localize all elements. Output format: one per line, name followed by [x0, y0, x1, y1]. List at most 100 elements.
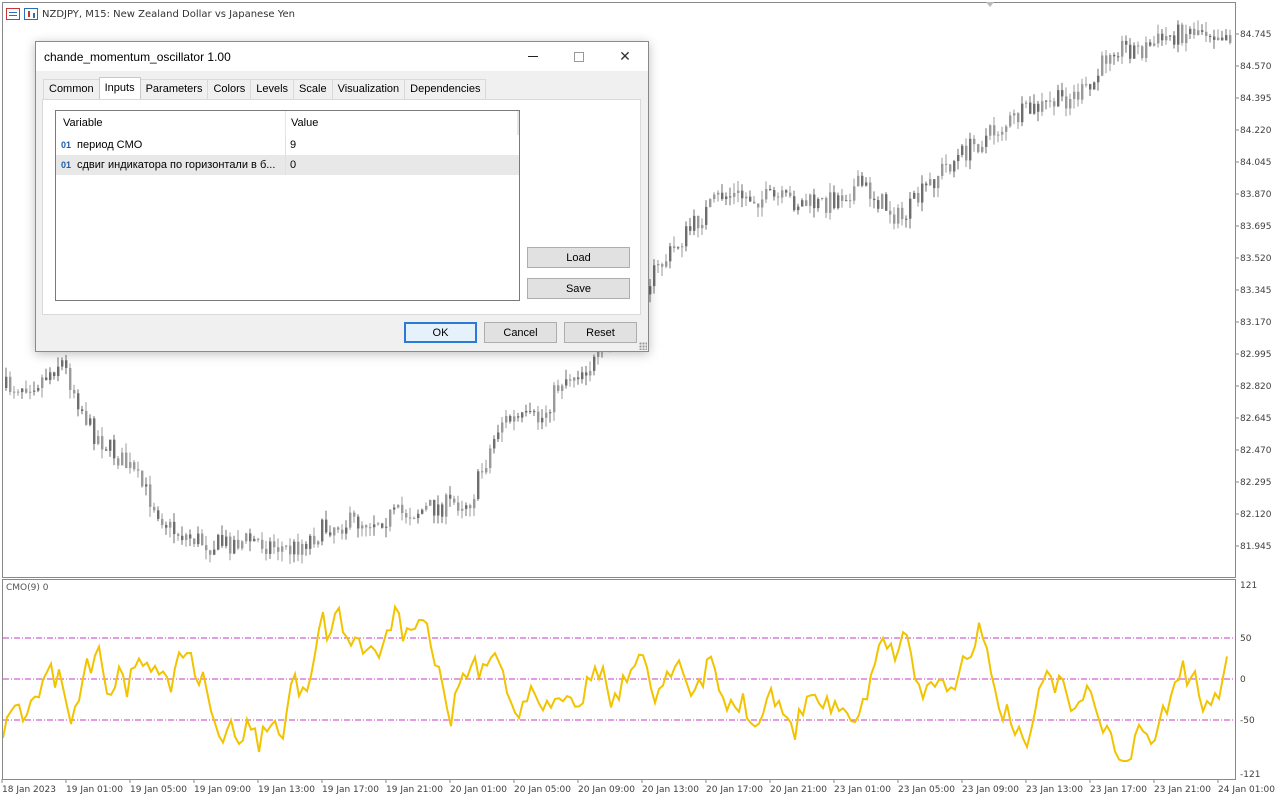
candle-body: [69, 367, 72, 390]
candle-body: [1001, 131, 1004, 135]
chart-list-icon[interactable]: [6, 8, 20, 20]
candle-body: [725, 196, 728, 200]
candle-body: [1141, 46, 1144, 59]
candle-body: [233, 539, 236, 554]
candle-body: [1009, 115, 1012, 127]
tab-dependencies[interactable]: Dependencies: [404, 79, 487, 99]
candle-body: [285, 545, 288, 547]
tab-colors[interactable]: Colors: [207, 79, 252, 99]
candle-body: [413, 518, 416, 520]
candle-body: [417, 513, 420, 519]
candle-body: [917, 192, 920, 203]
tab-inputs[interactable]: Inputs: [98, 77, 141, 99]
candle-body: [1077, 91, 1080, 100]
candle-body: [169, 521, 172, 528]
candle-body: [209, 550, 212, 555]
candle-body: [1121, 40, 1124, 57]
candle-body: [581, 372, 584, 380]
int-type-icon: 01: [61, 140, 72, 150]
candle-body: [937, 175, 940, 189]
indicator-label: CMO(9) 0: [6, 583, 49, 593]
table-row[interactable]: 01 сдвиг индикатора по горизонтали в б..…: [56, 155, 519, 175]
candle-body: [269, 541, 272, 554]
candle-body: [1037, 103, 1040, 112]
candle-body: [453, 498, 456, 503]
candle-body: [349, 512, 352, 528]
time-tick-label: 20 Jan 17:00: [706, 785, 763, 795]
candle-body: [1189, 28, 1192, 35]
candle-body: [1065, 96, 1068, 109]
tab-parameters[interactable]: Parameters: [139, 79, 209, 99]
candle-body: [541, 417, 544, 423]
tab-levels[interactable]: Levels: [250, 79, 295, 99]
tab-common[interactable]: Common: [43, 79, 100, 99]
candle-body: [781, 190, 784, 198]
candle-body: [881, 194, 884, 209]
candle-body: [989, 125, 992, 136]
candle-body: [921, 183, 924, 203]
candle-body: [393, 507, 396, 510]
cancel-button[interactable]: Cancel: [484, 322, 557, 343]
save-button[interactable]: Save: [527, 278, 630, 299]
candle-body: [737, 190, 740, 193]
candle-body: [897, 207, 900, 224]
candle-body: [785, 190, 788, 193]
table-row[interactable]: 01 период CMO 9: [56, 135, 519, 155]
minimize-icon: [528, 56, 538, 57]
column-variable[interactable]: Variable: [56, 111, 286, 135]
price-tick-label: 83.345: [1240, 286, 1272, 296]
candle-body: [849, 200, 852, 202]
candle-body: [813, 194, 816, 209]
header-scroll-edge: [517, 111, 519, 135]
tab-visualization[interactable]: Visualization: [331, 79, 406, 99]
ok-button[interactable]: OK: [404, 322, 477, 343]
candle-body: [117, 458, 120, 466]
chart-mode-icon[interactable]: [24, 8, 38, 20]
minimize-button[interactable]: [510, 42, 556, 71]
candle-body: [213, 549, 216, 555]
candle-body: [709, 199, 712, 207]
dialog-titlebar[interactable]: chande_momentum_oscillator 1.00 ✕: [36, 42, 648, 71]
candle-body: [977, 144, 980, 153]
load-button[interactable]: Load: [527, 247, 630, 268]
symbol-title: NZDJPY, M15: New Zealand Dollar vs Japan…: [42, 8, 296, 20]
candle-body: [741, 190, 744, 199]
candle-body: [61, 360, 64, 367]
candle-body: [861, 175, 864, 186]
row-value[interactable]: 9: [286, 139, 296, 151]
candle-body: [1021, 103, 1024, 123]
candle-body: [1129, 44, 1132, 59]
candle-body: [1209, 35, 1212, 37]
candle-body: [113, 439, 116, 459]
candle-body: [461, 508, 464, 511]
column-value[interactable]: Value: [286, 111, 318, 135]
candle-body: [105, 449, 108, 451]
candle-body: [1153, 43, 1156, 46]
candle-body: [253, 538, 256, 542]
candle-body: [905, 218, 908, 220]
row-value[interactable]: 0: [286, 159, 296, 171]
candle-body: [1225, 35, 1228, 41]
tab-scale[interactable]: Scale: [293, 79, 333, 99]
reset-button[interactable]: Reset: [564, 322, 637, 343]
candle-body: [761, 199, 764, 208]
candle-body: [1053, 101, 1056, 107]
candle-body: [13, 391, 16, 393]
candle-body: [401, 504, 404, 514]
candle-body: [1157, 33, 1160, 44]
price-tick-label: 83.170: [1240, 318, 1272, 328]
candle-body: [333, 527, 336, 536]
time-tick-label: 18 Jan 2023: [2, 785, 56, 795]
price-tick-label: 82.120: [1240, 510, 1272, 520]
candle-body: [53, 372, 56, 376]
row-variable: сдвиг индикатора по горизонтали в б...: [77, 159, 276, 171]
candle-body: [365, 525, 368, 528]
resize-grip[interactable]: [639, 342, 647, 350]
candle-body: [697, 215, 700, 229]
close-button[interactable]: ✕: [602, 42, 648, 71]
candle-body: [305, 543, 308, 549]
candle-body: [197, 533, 200, 545]
candle-body: [853, 186, 856, 201]
maximize-button[interactable]: [556, 42, 602, 71]
candle-body: [1093, 82, 1096, 90]
